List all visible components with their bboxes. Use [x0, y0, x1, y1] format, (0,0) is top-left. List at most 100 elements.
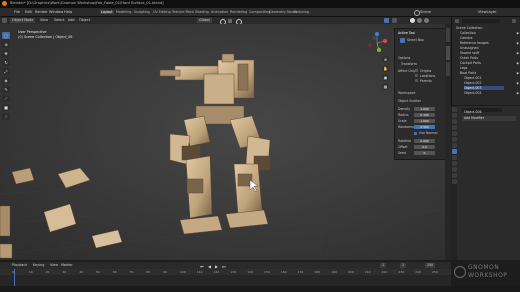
tab-texture-paint[interactable]: Texture Paint	[171, 10, 195, 14]
rotate-tool-icon[interactable]: ↻	[2, 59, 10, 66]
select-box-tool-icon[interactable]: ▢	[2, 32, 10, 39]
outliner-row[interactable]: Outer Parts	[460, 56, 478, 60]
locations-checkbox[interactable]	[415, 74, 418, 77]
tab-uv-editing[interactable]: UV Editing	[152, 10, 172, 14]
material-tab-icon[interactable]	[451, 179, 457, 184]
snap-icon[interactable]	[228, 18, 232, 23]
jump-start-icon[interactable]: ⏮	[200, 264, 204, 269]
physics-tab-icon[interactable]	[451, 161, 457, 166]
visibility-eye-icon[interactable]: ◉	[516, 71, 519, 75]
outliner-search-input[interactable]	[462, 19, 500, 23]
scene-selector[interactable]: Scene	[420, 10, 431, 14]
render-tab-icon[interactable]	[451, 113, 457, 118]
menu-object[interactable]: Object	[79, 18, 90, 23]
cursor-tool-icon[interactable]: ⊕	[2, 41, 10, 48]
tab-modeling[interactable]: Modeling	[115, 10, 132, 14]
data-tab-icon[interactable]	[451, 173, 457, 178]
menu-add[interactable]: Add	[68, 18, 75, 23]
tab-shading[interactable]: Shading	[194, 10, 210, 14]
menu-view-timeline[interactable]: View	[50, 263, 58, 268]
menu-playback[interactable]: Playback	[12, 263, 27, 268]
jump-end-icon[interactable]: ⏭	[222, 264, 226, 269]
output-tab-icon[interactable]	[451, 119, 457, 124]
object-scatter-header[interactable]: Object Scatter	[398, 99, 421, 103]
tab-rendering[interactable]: Rendering	[229, 10, 248, 14]
menu-help[interactable]: Help	[64, 10, 72, 14]
constraints-tab-icon[interactable]	[451, 167, 457, 172]
end-frame-field[interactable]: 250	[425, 263, 436, 268]
transform-orientation[interactable]: Global	[197, 18, 212, 23]
outliner-row[interactable]: Collection	[460, 31, 476, 35]
play-reverse-icon[interactable]: ◀	[208, 264, 211, 269]
pan-hand-icon[interactable]: ✋	[382, 65, 389, 72]
menu-edit[interactable]: Edit	[25, 10, 32, 14]
outliner-row[interactable]: Object.004	[464, 91, 481, 95]
active-tool-header[interactable]: Active Tool	[398, 31, 415, 35]
mode-selector[interactable]: Object Mode	[10, 18, 36, 23]
scatter-tool-icon[interactable]: ⁘	[2, 113, 10, 120]
outliner-row-selected[interactable]: Object.003	[464, 86, 504, 90]
transform-header[interactable]: Transform	[401, 62, 417, 66]
outliner-row[interactable]: Camera	[460, 36, 473, 40]
tab-view[interactable]	[446, 62, 450, 76]
outliner-row[interactable]: Boot Parts	[460, 71, 476, 75]
density-field[interactable]: 1.000	[414, 107, 435, 111]
menu-window[interactable]: Window	[49, 10, 63, 14]
tab-item[interactable]	[446, 28, 450, 42]
scale-field[interactable]: 1.000	[414, 119, 435, 123]
scene-tab-icon[interactable]	[451, 131, 457, 136]
play-icon[interactable]: ▶	[215, 264, 218, 269]
tab-layout[interactable]: Layout	[100, 9, 114, 14]
start-frame-field[interactable]: 1	[400, 263, 407, 268]
options-header[interactable]: Options	[398, 56, 410, 60]
offset-field[interactable]: 0.0	[414, 145, 435, 149]
seed-field[interactable]: 0	[414, 151, 435, 155]
view-layer-selector[interactable]: ViewLayer	[478, 10, 497, 14]
visibility-eye-icon[interactable]: ◉	[516, 41, 519, 45]
annotate-tool-icon[interactable]: ✎	[2, 86, 10, 93]
randomness-field[interactable]: 0.500	[414, 125, 435, 129]
current-frame-field[interactable]: 1	[380, 263, 387, 268]
modifier-tab-icon[interactable]	[451, 149, 457, 154]
outliner-row[interactable]: Shame stuff	[460, 51, 479, 55]
filter-icon[interactable]	[512, 19, 516, 23]
outliner-row[interactable]: Reference Images	[460, 41, 489, 45]
editor-type-icon[interactable]	[2, 18, 7, 23]
tab-sculpting[interactable]: Sculpting	[133, 10, 151, 14]
menu-render[interactable]: Render	[35, 10, 48, 14]
world-tab-icon[interactable]	[451, 137, 457, 142]
view-layer-tab-icon[interactable]	[451, 125, 457, 130]
transform-tool-icon[interactable]: ◈	[2, 77, 10, 84]
origins-checkbox[interactable]	[415, 69, 418, 72]
shading-material-icon[interactable]	[417, 18, 422, 23]
workspace-header[interactable]: Workspace	[398, 91, 415, 95]
outliner-row[interactable]: Object.002	[464, 81, 481, 85]
tab-tool[interactable]	[446, 46, 450, 60]
object-tab-icon[interactable]	[451, 143, 457, 148]
parents-checkbox[interactable]	[415, 79, 418, 82]
visibility-eye-icon[interactable]: ◉	[516, 91, 519, 95]
outliner-row[interactable]: Cockpit Parts	[460, 61, 481, 65]
tab-scripting[interactable]: Scripting	[293, 10, 310, 14]
tab-animation[interactable]: Animation	[210, 10, 229, 14]
tool-tab-icon[interactable]	[451, 107, 457, 112]
visibility-eye-icon[interactable]: ◉	[516, 51, 519, 55]
playhead[interactable]	[14, 269, 15, 286]
zoom-icon[interactable]: ⊕	[382, 56, 389, 63]
visibility-eye-icon[interactable]: ◉	[516, 61, 519, 65]
radius-field[interactable]: 0.100	[414, 113, 435, 117]
visibility-eye-icon[interactable]: ◉	[516, 31, 519, 35]
menu-view[interactable]: View	[40, 18, 48, 23]
outliner-row[interactable]: Unassigned	[460, 46, 479, 50]
rotation-field[interactable]: 0.000	[414, 139, 435, 143]
perspective-toggle-icon[interactable]: ▦	[382, 83, 389, 90]
measure-tool-icon[interactable]: ⟋	[2, 95, 10, 102]
camera-view-icon[interactable]: ▣	[382, 74, 389, 81]
timeline-ruler[interactable]: 0 10 20 30 40 50 60 70 80 90 100 110 120 130 140 150 160…	[0, 269, 451, 275]
xray-icon[interactable]	[392, 18, 397, 23]
outliner-type-icon[interactable]	[455, 19, 459, 23]
add-cube-tool-icon[interactable]: ■	[2, 104, 10, 111]
use-normal-checkbox[interactable]	[414, 132, 417, 135]
particles-tab-icon[interactable]	[451, 155, 457, 160]
shading-rendered-icon[interactable]	[424, 18, 429, 23]
